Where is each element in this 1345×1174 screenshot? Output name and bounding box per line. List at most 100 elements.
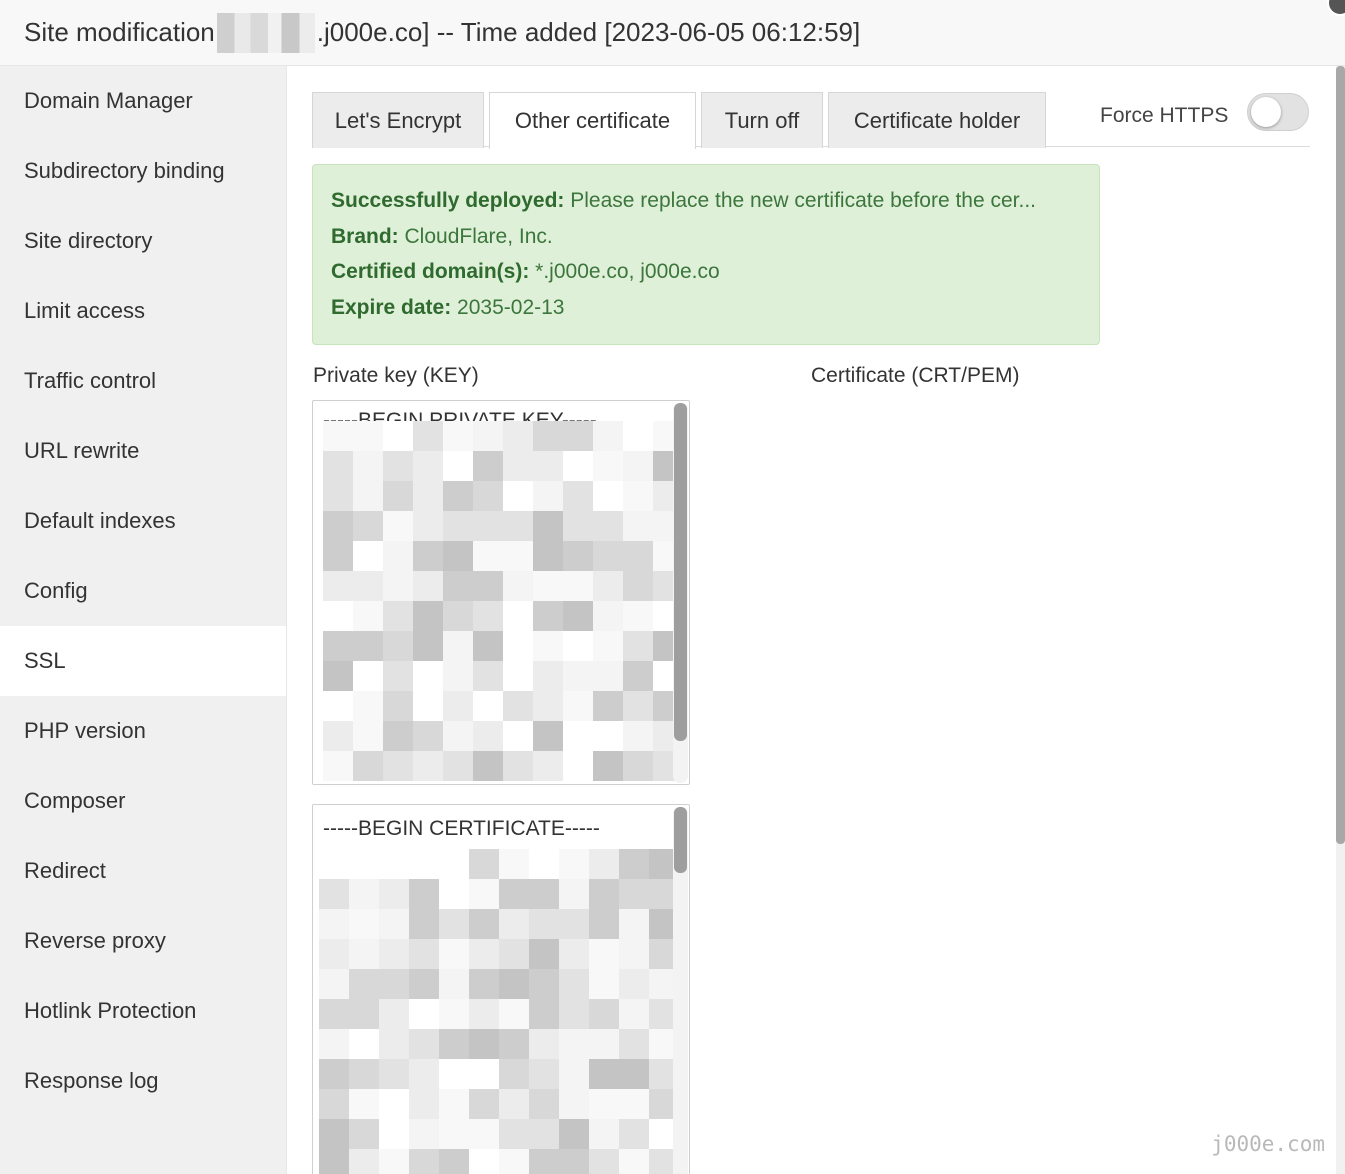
redaction-block	[413, 751, 443, 781]
redaction-block	[443, 541, 473, 571]
redaction-block	[529, 999, 559, 1029]
redaction-block	[319, 1029, 349, 1059]
sidebar-item-traffic-control[interactable]: Traffic control	[0, 346, 286, 416]
redaction-block	[619, 849, 649, 879]
page-scrollbar-thumb[interactable]	[1336, 66, 1345, 844]
redaction-block	[413, 601, 443, 631]
redaction-block	[559, 879, 589, 909]
redaction-block	[443, 721, 473, 751]
sidebar-item-label: Response log	[24, 1068, 159, 1093]
sidebar-item-site-directory[interactable]: Site directory	[0, 206, 286, 276]
redaction-block	[319, 1149, 349, 1174]
redaction-block	[593, 451, 623, 481]
redaction-block	[323, 661, 353, 691]
scrollbar-thumb[interactable]	[674, 403, 687, 741]
redaction-block	[559, 1149, 589, 1174]
redaction-block	[623, 481, 653, 511]
redaction-block	[413, 481, 443, 511]
redaction-block	[533, 451, 563, 481]
redaction-block	[353, 631, 383, 661]
redaction-block	[383, 631, 413, 661]
redaction-block	[503, 751, 533, 781]
redaction-block	[323, 541, 353, 571]
redaction-block	[503, 601, 533, 631]
sidebar-item-redirect[interactable]: Redirect	[0, 836, 286, 906]
redaction-block	[409, 1089, 439, 1119]
redaction-block	[623, 691, 653, 721]
sidebar-item-domain-manager[interactable]: Domain Manager	[0, 66, 286, 136]
sidebar-item-label: URL rewrite	[24, 438, 140, 463]
redaction-block	[413, 541, 443, 571]
force-https-toggle[interactable]	[1247, 93, 1309, 131]
redaction-block	[529, 1059, 559, 1089]
private-key-textarea[interactable]: -----BEGIN PRIVATE KEY-----	[312, 400, 690, 785]
redaction-block	[499, 879, 529, 909]
redaction-block	[469, 1059, 499, 1089]
redaction-block	[383, 571, 413, 601]
redaction-block	[353, 751, 383, 781]
redaction-block	[503, 721, 533, 751]
redaction-block	[529, 879, 559, 909]
redaction-block	[533, 721, 563, 751]
redaction-block	[473, 541, 503, 571]
redaction-block	[503, 631, 533, 661]
private-key-scrollbar[interactable]	[673, 403, 688, 783]
tab-lets-encrypt[interactable]: Let's Encrypt	[312, 92, 484, 148]
brand-label: Brand:	[331, 224, 399, 248]
redaction-block	[619, 1089, 649, 1119]
sidebar-item-default-indexes[interactable]: Default indexes	[0, 486, 286, 556]
tab-other-certificate[interactable]: Other certificate	[489, 92, 696, 149]
redaction-block	[439, 1059, 469, 1089]
redaction-block	[439, 1149, 469, 1174]
tab-certificate-holder[interactable]: Certificate holder	[828, 92, 1046, 148]
tab-turn-off[interactable]: Turn off	[701, 92, 823, 148]
redaction-block	[383, 421, 413, 451]
force-https-label: Force HTTPS	[1100, 98, 1228, 134]
redaction-block	[319, 1119, 349, 1149]
sidebar-item-php-version[interactable]: PHP version	[0, 696, 286, 766]
sidebar-item-reverse-proxy[interactable]: Reverse proxy	[0, 906, 286, 976]
redaction-block	[349, 1059, 379, 1089]
redaction-block	[439, 1029, 469, 1059]
sidebar-item-ssl[interactable]: SSL	[0, 626, 286, 696]
sidebar-item-response-log[interactable]: Response log	[0, 1046, 286, 1116]
redaction-block	[469, 909, 499, 939]
redaction-block	[593, 571, 623, 601]
redaction-block	[383, 751, 413, 781]
redaction-block	[473, 601, 503, 631]
redaction-block	[379, 939, 409, 969]
redaction-block	[319, 1059, 349, 1089]
redaction-block	[533, 541, 563, 571]
redaction-block	[559, 999, 589, 1029]
redaction-block	[503, 661, 533, 691]
scrollbar-thumb[interactable]	[674, 807, 687, 873]
redaction-block	[533, 421, 563, 451]
page-scrollbar[interactable]	[1336, 66, 1345, 1174]
redaction-block	[499, 849, 529, 879]
redaction-block	[413, 511, 443, 541]
redaction-block	[589, 849, 619, 879]
redaction-block	[319, 909, 349, 939]
redaction-block	[529, 939, 559, 969]
sidebar-item-config[interactable]: Config	[0, 556, 286, 626]
redaction-block	[499, 999, 529, 1029]
redaction-block	[533, 751, 563, 781]
sidebar-item-subdirectory-binding[interactable]: Subdirectory binding	[0, 136, 286, 206]
sidebar-item-limit-access[interactable]: Limit access	[0, 276, 286, 346]
certificate-textarea[interactable]: -----BEGIN CERTIFICATE-----	[312, 804, 690, 1174]
sidebar-item-composer[interactable]: Composer	[0, 766, 286, 836]
redaction-block	[349, 909, 379, 939]
redaction-block	[379, 909, 409, 939]
tab-label: Turn off	[724, 107, 800, 133]
redaction-block	[319, 999, 349, 1029]
redaction-block	[469, 1029, 499, 1059]
certificate-scrollbar[interactable]	[673, 807, 688, 1174]
redaction-block	[589, 879, 619, 909]
redaction-block	[323, 721, 353, 751]
redaction-block	[623, 541, 653, 571]
redaction-block	[589, 999, 619, 1029]
redaction-block	[473, 751, 503, 781]
sidebar-item-hotlink-protection[interactable]: Hotlink Protection	[0, 976, 286, 1046]
redaction-block	[443, 571, 473, 601]
sidebar-item-url-rewrite[interactable]: URL rewrite	[0, 416, 286, 486]
